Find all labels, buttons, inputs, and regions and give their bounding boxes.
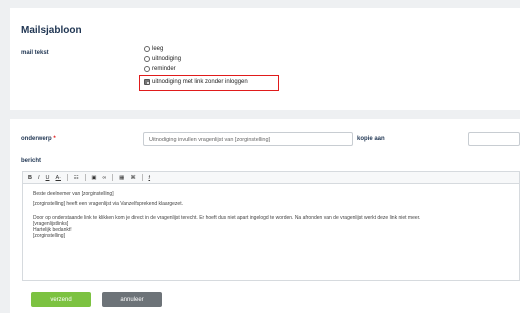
- radio-option-leeg[interactable]: leeg: [144, 46, 163, 52]
- radio-label: reminder: [152, 66, 176, 72]
- send-button[interactable]: verzend: [31, 292, 91, 307]
- italic-icon[interactable]: I: [38, 175, 40, 181]
- cancel-button[interactable]: annuleer: [102, 292, 162, 307]
- list-icon[interactable]: ☷: [74, 175, 79, 181]
- toolbar-divider: [141, 174, 143, 181]
- section-title: Mailsjabloon: [21, 25, 82, 36]
- mail-form-panel: onderwerp * Uitnodiging invullen vragenl…: [10, 119, 520, 313]
- toolbar-divider: [84, 174, 86, 181]
- rich-text-editor[interactable]: B I U A· ☷ ▣ ∞ ▦ ⌘ Ɨ Beste deelnemer van…: [22, 171, 520, 281]
- radio-button[interactable]: [144, 66, 150, 72]
- subject-label-text: onderwerp: [21, 136, 52, 142]
- image-icon[interactable]: ▣: [91, 175, 96, 181]
- mail-text-label: mail tekst: [21, 50, 49, 56]
- link-icon[interactable]: ∞: [103, 175, 107, 181]
- editor-toolbar: B I U A· ☷ ▣ ∞ ▦ ⌘ Ɨ: [23, 172, 519, 184]
- toolbar-divider: [67, 174, 68, 181]
- radio-button[interactable]: [144, 46, 150, 52]
- subject-input[interactable]: Uitnodiging invullen vragenlijst van [zo…: [143, 132, 353, 146]
- required-marker: *: [53, 136, 56, 142]
- radio-option-uitnodiging[interactable]: uitnodiging: [144, 56, 181, 62]
- message-label: bericht: [21, 158, 42, 164]
- editor-content[interactable]: Beste deelnemer van [zorginstelling] [zo…: [23, 184, 519, 247]
- message-greeting: Beste deelnemer van [zorginstelling]: [33, 191, 114, 197]
- subject-label: onderwerp *: [21, 136, 56, 142]
- clear-format-icon[interactable]: Ɨ: [149, 175, 151, 181]
- toolbar-divider: [112, 174, 114, 181]
- font-color-icon[interactable]: A·: [56, 175, 62, 181]
- source-icon[interactable]: ⌘: [130, 175, 136, 181]
- radio-label: leeg: [152, 46, 164, 52]
- cc-label: kopie aan: [357, 136, 385, 142]
- radio-label: uitnodiging: [152, 56, 182, 62]
- radio-button[interactable]: [144, 56, 150, 62]
- message-signature: [zorginstelling]: [33, 233, 65, 240]
- radio-option-reminder[interactable]: reminder: [144, 66, 176, 72]
- underline-icon[interactable]: U: [46, 175, 50, 181]
- bold-icon[interactable]: B: [28, 175, 32, 181]
- highlight-box: [139, 75, 279, 91]
- table-icon[interactable]: ▦: [119, 175, 124, 181]
- message-line: [zorginstelling] heeft een vragenlijst v…: [33, 201, 183, 208]
- cc-input[interactable]: [468, 132, 520, 146]
- mail-template-panel: Mailsjabloon mail tekst leeg uitnodiging…: [10, 8, 520, 110]
